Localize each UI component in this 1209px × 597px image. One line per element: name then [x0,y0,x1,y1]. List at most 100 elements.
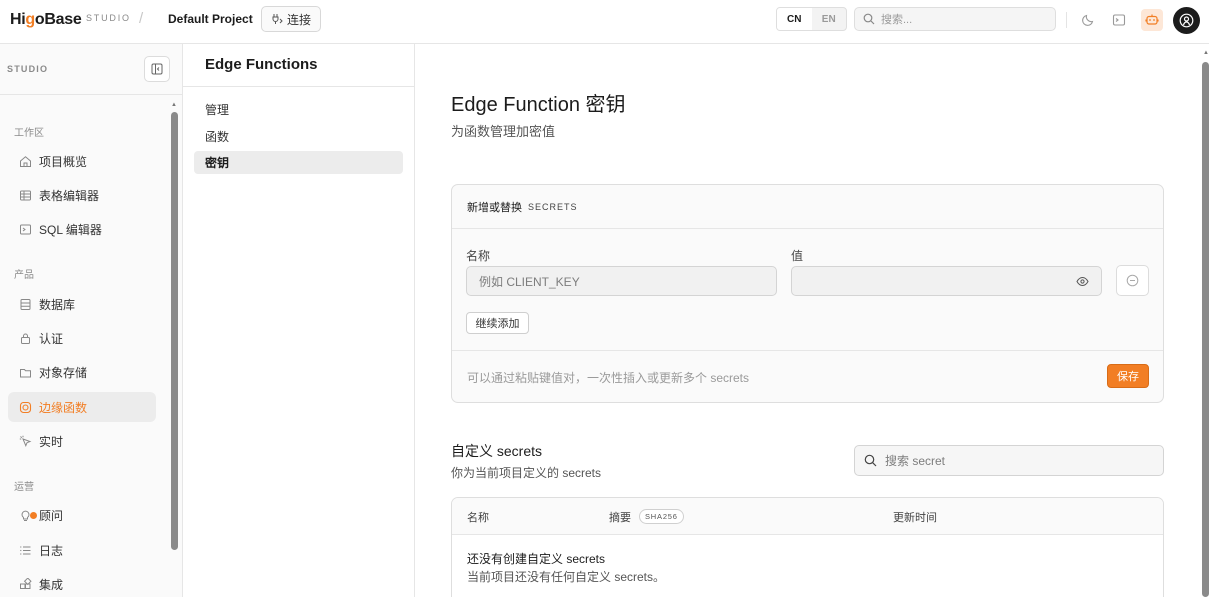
card-header-title: 新增或替换 [467,201,522,214]
main-sidebar: STUDIO ▲ 工作区 项目概览 表格编辑器 SQL 编辑器 产品 数据库 认… [0,44,183,597]
sidebar-item-realtime[interactable]: 实时 [8,426,156,456]
sidebar-studio-label: STUDIO [7,64,49,74]
higobase-logo[interactable]: HigoBase [10,11,82,29]
add-more-button[interactable]: 继续添加 [466,312,529,334]
storage-icon [20,368,31,377]
sidebar-item-label: 认证 [39,331,64,346]
edge-functions-icon [19,401,32,413]
card-header-tag: SECRETS [528,201,578,212]
terminal-icon [20,224,31,234]
sidebar-item-label: 顾问 [39,508,64,523]
sidebar-item-label: 实时 [39,434,64,449]
add-secret-card: 新增或替换 SECRETS 名称 例如 CLIENT_KEY 值 继续添加 可以… [451,184,1164,403]
sidebar-item-auth[interactable]: 认证 [8,323,156,353]
terminal-button[interactable] [1108,9,1130,31]
sidebar-item-label: 项目概览 [39,154,88,169]
top-bar: HigoBase STUDIO / Default Project 连接 CN … [0,0,1209,44]
secret-value-input[interactable] [791,266,1102,296]
submenu-divider [183,86,414,87]
edge-functions-submenu: Edge Functions 管理 函数 密钥 [183,44,415,597]
submenu-title: Edge Functions [205,56,318,73]
sidebar-item-advisor[interactable]: 顾问 [8,500,156,530]
sidebar-collapse-button[interactable] [144,56,170,82]
page-subtitle: 为函数管理加密值 [451,124,556,139]
secrets-table: 名称 摘要 SHA256 更新时间 还没有创建自定义 secrets 当前项目还… [451,497,1164,597]
panel-collapse-icon [151,63,163,75]
lang-en-option[interactable]: EN [812,8,847,30]
integrations-icon [20,577,32,589]
home-icon [20,155,31,167]
sidebar-scrollbar[interactable] [171,112,178,550]
sidebar-item-label: 边缘函数 [39,400,88,415]
remove-row-button[interactable] [1116,265,1149,296]
section-label-operations: 运营 [14,482,34,493]
user-avatar[interactable] [1173,7,1200,34]
topbar-divider [1066,12,1067,28]
sidebar-item-label: 日志 [39,543,64,558]
sidebar-item-project-overview[interactable]: 项目概览 [8,146,156,176]
custom-secrets-subtitle: 你为当前项目定义的 secrets [451,466,602,480]
breadcrumb-separator: / [139,10,144,27]
sidebar-item-database[interactable]: 数据库 [8,289,156,319]
lang-cn-option[interactable]: CN [777,8,812,30]
user-icon [1179,13,1194,28]
sidebar-item-label: 对象存储 [39,365,88,380]
sidebar-item-label: 数据库 [39,297,76,312]
sidebar-item-storage[interactable]: 对象存储 [8,357,156,387]
secret-search-input[interactable]: 搜索 secret [854,445,1164,476]
project-name[interactable]: Default Project [168,12,253,26]
sidebar-item-table-editor[interactable]: 表格编辑器 [8,180,156,210]
column-header-updated: 更新时间 [893,512,937,524]
submenu-item-functions[interactable]: 函数 [194,125,403,148]
submenu-item-secrets[interactable]: 密钥 [194,151,403,174]
section-label-products: 产品 [14,270,34,281]
sidebar-item-edge-functions[interactable]: 边缘函数 [8,392,156,422]
assistant-button[interactable] [1141,9,1163,31]
lock-icon [21,333,30,344]
sidebar-item-integrations[interactable]: 集成 [8,569,156,597]
sidebar-item-sql-editor[interactable]: SQL 编辑器 [8,214,156,244]
minus-circle-icon [1126,274,1139,287]
connect-label: 连接 [286,12,311,27]
sidebar-item-logs[interactable]: 日志 [8,535,156,565]
secrets-table-header: 名称 摘要 SHA256 更新时间 [452,498,1163,535]
empty-state-description: 当前项目还没有任何自定义 secrets。 [467,570,666,584]
studio-tag: STUDIO [86,13,131,23]
global-search-input[interactable]: 搜索... [854,7,1056,31]
connect-button[interactable]: 连接 [261,6,321,32]
theme-toggle-button[interactable] [1077,9,1099,31]
secret-name-input[interactable]: 例如 CLIENT_KEY [466,266,777,296]
custom-secrets-title: 自定义 secrets [451,443,543,459]
search-icon [864,454,877,467]
database-icon [20,298,31,310]
list-icon [20,545,31,555]
search-icon [863,13,875,25]
section-label-workspace: 工作区 [14,128,44,139]
sidebar-item-label: SQL 编辑器 [39,222,102,237]
eye-icon[interactable] [1076,276,1089,287]
save-button[interactable]: 保存 [1107,364,1149,388]
column-header-name: 名称 [467,512,489,524]
column-header-digest: 摘要 [609,512,631,524]
secret-search-placeholder: 搜索 secret [885,454,946,468]
card-footer-divider [452,350,1163,351]
sidebar-item-label: 表格编辑器 [39,188,100,203]
main-scrollbar[interactable] [1202,62,1209,597]
name-field-label: 名称 [466,249,491,263]
empty-state-title: 还没有创建自定义 secrets [467,552,606,566]
terminal-icon [1112,14,1126,26]
advisor-notification-dot [30,511,37,519]
main-scroll-up-arrow[interactable]: ▲ [1203,50,1209,56]
sidebar-header: STUDIO [0,44,182,95]
submenu-item-manage[interactable]: 管理 [194,98,403,121]
sha256-badge: SHA256 [639,509,684,524]
paste-hint: 可以通过粘贴键值对，一次性插入或更新多个 secrets [467,371,750,385]
language-toggle[interactable]: CN EN [776,7,847,31]
plug-icon [272,14,283,24]
add-secret-card-header: 新增或替换 SECRETS [452,185,1163,229]
sidebar-scroll-up-arrow[interactable]: ▲ [171,102,177,108]
value-field-label: 值 [791,249,804,263]
moon-icon [1082,14,1094,26]
sidebar-item-label: 集成 [39,577,64,592]
assistant-icon [1145,14,1159,25]
